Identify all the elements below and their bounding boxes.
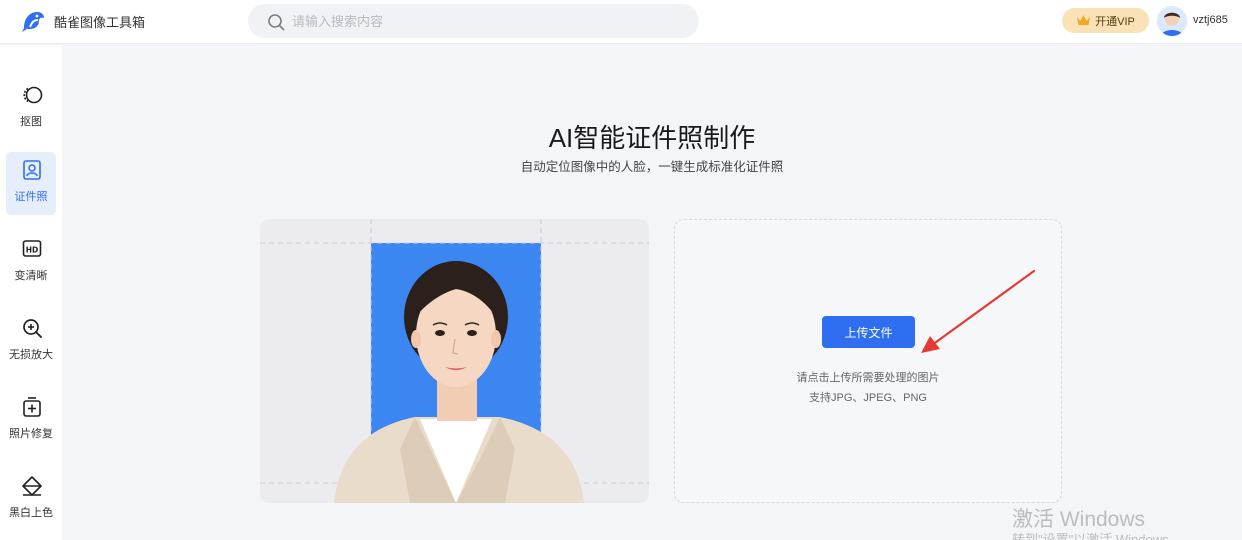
sidebar-item-id-photo[interactable]: 证件照: [6, 152, 56, 215]
sidebar-item-label: 证件照: [14, 191, 48, 203]
upload-hint: 请点击上传所需要处理的图片: [796, 372, 940, 384]
sidebar: 抠图 证件照 HD 变清晰 无损放大 照片修复 黑白上色: [0, 45, 62, 540]
vip-button[interactable]: 开通VIP: [1062, 8, 1149, 33]
sidebar-item-label: 变清晰: [14, 270, 48, 282]
sidebar-item-label: 抠图: [20, 116, 42, 128]
supported-formats: 支持JPG、JPEG、PNG: [809, 392, 927, 404]
page-title: AI智能证件照制作: [548, 123, 756, 153]
search-input[interactable]: [292, 11, 672, 31]
sidebar-item-upscale[interactable]: 无损放大: [6, 310, 56, 373]
user-avatar-icon: [1157, 6, 1187, 36]
upload-drop-zone[interactable]: [674, 219, 1062, 503]
sidebar-item-enhance[interactable]: HD 变清晰: [6, 231, 56, 294]
sidebar-item-colorize[interactable]: 黑白上色: [6, 468, 56, 531]
cutout-icon: [23, 86, 43, 104]
windows-activation-hint: 转到"设置"以激活 Windows: [1012, 532, 1169, 540]
search-bar[interactable]: [248, 4, 699, 38]
colorize-icon: [22, 476, 42, 496]
crown-icon: [1077, 15, 1091, 25]
svg-text:HD: HD: [26, 246, 39, 255]
app-title: 酷雀图像工具箱: [54, 15, 146, 30]
sidebar-item-cutout[interactable]: 抠图: [6, 77, 56, 140]
sample-portrait-image: [260, 219, 649, 503]
sidebar-item-label: 无损放大: [9, 349, 53, 361]
sidebar-item-label: 照片修复: [9, 428, 53, 440]
top-bar: 酷雀图像工具箱 开通VIP vztj685: [0, 0, 1242, 44]
search-icon[interactable]: [267, 13, 285, 31]
sample-id-photo: [260, 219, 649, 503]
hd-icon: HD: [22, 240, 42, 257]
username[interactable]: vztj685: [1193, 14, 1228, 26]
photo-repair-icon: [23, 397, 41, 417]
upload-file-button[interactable]: 上传文件: [822, 316, 915, 348]
id-photo-icon: [23, 160, 41, 180]
zoom-in-icon: [23, 319, 42, 338]
avatar[interactable]: [1157, 6, 1187, 36]
vip-label: 开通VIP: [1095, 15, 1135, 28]
sidebar-item-label: 黑白上色: [9, 507, 53, 519]
bird-logo-icon[interactable]: [20, 8, 46, 34]
sidebar-item-photo-repair[interactable]: 照片修复: [6, 389, 56, 452]
page-subtitle: 自动定位图像中的人脸，一键生成标准化证件照: [520, 160, 784, 174]
